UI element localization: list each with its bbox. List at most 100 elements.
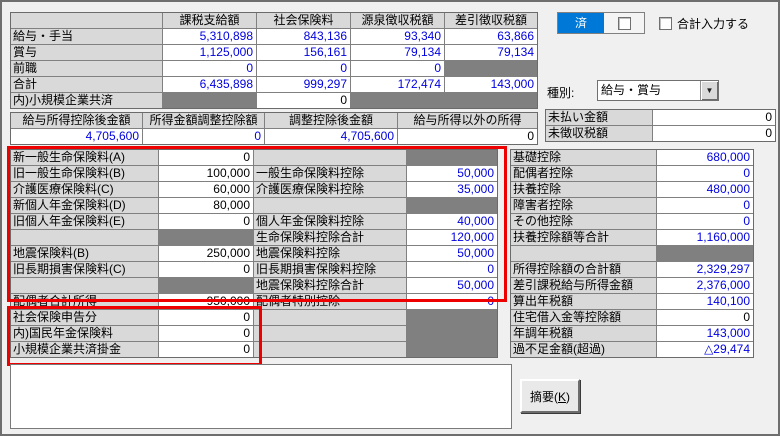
row-label: 配偶者合計所得 (11, 294, 158, 309)
value-cell: 0 (407, 262, 497, 277)
column-header: 社会保険料 (257, 13, 350, 28)
row-label: 旧長期損害保険料(C) (11, 262, 158, 277)
done-indicator-group: 済 (557, 12, 645, 34)
row-label: 賞与 (11, 45, 162, 60)
row-label: 旧一般生命保険料(B) (11, 166, 158, 181)
value-cell[interactable]: 0 (653, 110, 775, 125)
row-label: 算出年税額 (511, 294, 656, 309)
memo-button-label: 摘要( (530, 390, 558, 404)
value-cell: 680,000 (657, 150, 753, 165)
value-cell[interactable]: 0 (159, 214, 253, 229)
value-cell: 0 (351, 61, 444, 76)
memo-button-label-close: ) (566, 390, 570, 404)
value-cell: 50,000 (407, 166, 497, 181)
row-label: 個人年金保険料控除 (254, 214, 406, 229)
row-label (254, 150, 406, 165)
value-cell[interactable]: 250,000 (159, 246, 253, 261)
value-cell: 0 (657, 166, 753, 181)
value-cell[interactable]: 100,000 (159, 166, 253, 181)
column-header: 調整控除後金額 (265, 113, 397, 128)
value-cell: 2,376,000 (657, 278, 753, 293)
row-label: 旧個人年金保険料(E) (11, 214, 158, 229)
value-cell: 140,100 (657, 294, 753, 309)
value-cell[interactable]: 0 (159, 342, 253, 357)
row-label: 差引課税給与所得金額 (511, 278, 656, 293)
value-cell: △29,474 (657, 342, 753, 357)
type-dropdown-value: 給与・賞与 (598, 81, 700, 100)
disabled-cell (351, 93, 444, 108)
row-label: 新個人年金保険料(D) (11, 198, 158, 213)
row-label: その他控除 (511, 214, 656, 229)
payment-table: 課税支給額社会保険料源泉徴収税額差引徴収税額給与・手当5,310,898843,… (10, 12, 538, 109)
disabled-cell (159, 278, 253, 293)
value-cell: 2,329,297 (657, 262, 753, 277)
value-cell: 156,161 (257, 45, 350, 60)
memo-button-accesskey: K (558, 390, 566, 404)
row-label (254, 310, 406, 325)
row-label: 内)小規模企業共済 (11, 93, 162, 108)
value-cell: 5,310,898 (163, 29, 256, 44)
row-label: 社会保険申告分 (11, 310, 158, 325)
row-label: 小規模企業共済掛金 (11, 342, 158, 357)
value-cell: 35,000 (407, 182, 497, 197)
value-cell: 79,134 (351, 45, 444, 60)
column-header: 給与所得以外の所得 (398, 113, 537, 128)
total-input-checkbox[interactable] (659, 17, 672, 30)
column-header: 源泉徴収税額 (351, 13, 444, 28)
value-cell: 79,134 (445, 45, 537, 60)
done-indicator[interactable]: 済 (558, 13, 604, 33)
value-cell[interactable]: 0 (159, 262, 253, 277)
payroll-year-end-adjustment-window: 課税支給額社会保険料源泉徴収税額差引徴収税額給与・手当5,310,898843,… (0, 0, 780, 436)
value-cell: 93,340 (351, 29, 444, 44)
row-label: 基礎控除 (511, 150, 656, 165)
row-label (254, 326, 406, 341)
row-label: 過不足金額(超過) (511, 342, 656, 357)
column-header: 差引徴収税額 (445, 13, 537, 28)
row-label: 未払い金額 (546, 110, 652, 125)
value-cell: 1,160,000 (657, 230, 753, 245)
value-cell: 172,474 (351, 77, 444, 92)
disabled-cell (407, 342, 497, 357)
column-header: 給与所得控除後金額 (11, 113, 142, 128)
column-header: 課税支給額 (163, 13, 256, 28)
type-dropdown[interactable]: 給与・賞与 ▼ (597, 80, 719, 101)
value-cell[interactable]: 0 (159, 326, 253, 341)
income-deduction-table: 給与所得控除後金額所得金額調整控除額調整控除後金額給与所得以外の所得4,705,… (10, 112, 538, 145)
row-label: 前職 (11, 61, 162, 76)
row-label: 内)国民年金保険料 (11, 326, 158, 341)
memo-button[interactable]: 摘要(K) (520, 379, 580, 413)
value-cell[interactable]: 80,000 (159, 198, 253, 213)
row-label (254, 342, 406, 357)
row-label (11, 230, 158, 245)
row-label: 合計 (11, 77, 162, 92)
memo-textarea[interactable] (10, 364, 512, 429)
value-cell: 999,297 (257, 77, 350, 92)
value-cell: 40,000 (407, 214, 497, 229)
value-cell[interactable]: 60,000 (159, 182, 253, 197)
row-label (11, 278, 158, 293)
value-cell[interactable]: 0 (657, 310, 753, 325)
row-label: 配偶者特別控除 (254, 294, 406, 309)
value-cell: 0 (407, 294, 497, 309)
value-cell: 4,705,600 (11, 129, 142, 144)
value-cell[interactable]: 0 (398, 129, 537, 144)
value-cell: 143,000 (445, 77, 537, 92)
chevron-down-icon[interactable]: ▼ (700, 81, 718, 100)
row-label (511, 246, 656, 261)
value-cell[interactable]: 0 (653, 126, 775, 141)
value-cell[interactable]: 0 (159, 310, 253, 325)
disabled-cell (407, 198, 497, 213)
value-cell: 6,435,898 (163, 77, 256, 92)
row-label: 新一般生命保険料(A) (11, 150, 158, 165)
value-cell[interactable]: 950,000 (159, 294, 253, 309)
value-cell: 63,866 (445, 29, 537, 44)
insurance-input-grid: 新一般生命保険料(A)0旧一般生命保険料(B)100,000一般生命保険料控除5… (10, 149, 498, 358)
done-checkbox[interactable] (618, 17, 631, 30)
value-cell[interactable]: 0 (257, 93, 350, 108)
row-label: 地震保険料(B) (11, 246, 158, 261)
value-cell[interactable]: 0 (159, 150, 253, 165)
value-cell: 4,705,600 (265, 129, 397, 144)
row-label: 障害者控除 (511, 198, 656, 213)
row-label: 年調年税額 (511, 326, 656, 341)
row-label: 地震保険料控除合計 (254, 278, 406, 293)
